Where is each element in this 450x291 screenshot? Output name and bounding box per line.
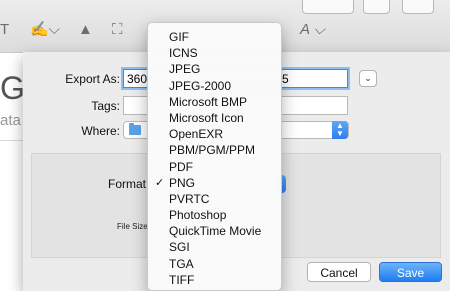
format-menu-item-label: SGI	[169, 240, 190, 255]
export-as-label: Export As:	[65, 72, 120, 86]
signature-tool-icon[interactable]: ✍⌵	[30, 22, 60, 38]
format-menu-item-label: Microsoft Icon	[169, 110, 244, 125]
share-button[interactable]	[363, 0, 390, 14]
format-menu-item-label: Microsoft BMP	[169, 94, 248, 109]
adjust-color-icon[interactable]: ▲	[78, 22, 93, 38]
format-menu-item-label: PVRTC	[169, 191, 210, 206]
format-menu-item-jpeg-2000[interactable]: JPEG-2000	[148, 78, 281, 94]
format-menu-item-label: Photoshop	[169, 208, 227, 223]
format-menu-item-icns[interactable]: ICNS	[148, 45, 281, 61]
format-menu-item-microsoft-icon[interactable]: Microsoft Icon	[148, 110, 281, 126]
text-style-icon[interactable]: A ⌵	[300, 22, 325, 38]
save-button[interactable]: Save	[379, 262, 442, 282]
format-menu-item-photoshop[interactable]: Photoshop	[148, 207, 281, 223]
checkmark-icon: ✓	[155, 176, 165, 189]
format-menu-item-pbm-pgm-ppm[interactable]: PBM/PGM/PPM	[148, 142, 281, 158]
format-menu-item-label: PBM/PGM/PPM	[169, 143, 256, 158]
updown-chevron-icon: ▲ ▼	[332, 121, 348, 139]
cancel-button[interactable]: Cancel	[307, 262, 371, 282]
format-menu-item-label: ICNS	[169, 46, 198, 61]
format-menu-item-label: TIFF	[169, 272, 195, 287]
format-menu-item-label: QuickTime Movie	[169, 224, 262, 239]
screen: T ✍⌵ ▲ ⛶ A ⌵ Gu ata Export As: 360 5 ⌄ T…	[0, 0, 450, 291]
chevron-down-icon: ⌄	[364, 73, 372, 83]
format-menu-item-label: OpenEXR	[169, 127, 224, 142]
format-menu-item-label: PNG	[169, 175, 196, 190]
file-size-label: File Size	[117, 222, 148, 231]
format-menu-item-label: PDF	[169, 159, 193, 174]
format-menu-item-label: GIF	[169, 30, 189, 44]
adjust-size-icon[interactable]: ⛶	[112, 22, 123, 38]
format-menu-item-openexr[interactable]: OpenEXR	[148, 126, 281, 142]
export-as-value: 360	[127, 72, 148, 86]
format-menu-item-png[interactable]: ✓ PNG	[148, 175, 281, 191]
format-menu-item-label: TGA	[169, 256, 194, 271]
text-tool-icon[interactable]: T	[0, 22, 9, 38]
document-subheading: ata	[0, 112, 21, 129]
format-menu-item-gif[interactable]: GIF	[148, 29, 281, 45]
markup-toolbar-button[interactable]	[302, 0, 354, 14]
where-label: Where:	[81, 124, 120, 138]
format-menu-item-microsoft-bmp[interactable]: Microsoft BMP	[148, 94, 281, 110]
format-menu-item-label: JPEG	[169, 62, 201, 77]
format-menu-item-tiff[interactable]: TIFF	[148, 272, 281, 288]
sidebar-button[interactable]	[402, 0, 434, 14]
format-menu-item-label: JPEG-2000	[169, 78, 232, 93]
tags-label: Tags:	[91, 99, 120, 113]
format-menu-item-jpeg[interactable]: JPEG	[148, 61, 281, 77]
folder-icon	[129, 123, 141, 135]
format-label: Format	[108, 177, 147, 191]
format-menu-item-pvrtc[interactable]: PVRTC	[148, 191, 281, 207]
format-menu-item-quicktime-movie[interactable]: QuickTime Movie	[148, 223, 281, 239]
format-menu-item-tga[interactable]: TGA	[148, 256, 281, 272]
format-menu-item-sgi[interactable]: SGI	[148, 239, 281, 255]
expand-dialog-button[interactable]: ⌄	[359, 70, 377, 87]
format-menu: GIF ICNS JPEG JPEG-2000 Microsoft BMP Microso…	[147, 22, 282, 291]
format-menu-item-pdf[interactable]: PDF	[148, 159, 281, 175]
export-as-value-suffix: 5	[282, 72, 289, 86]
